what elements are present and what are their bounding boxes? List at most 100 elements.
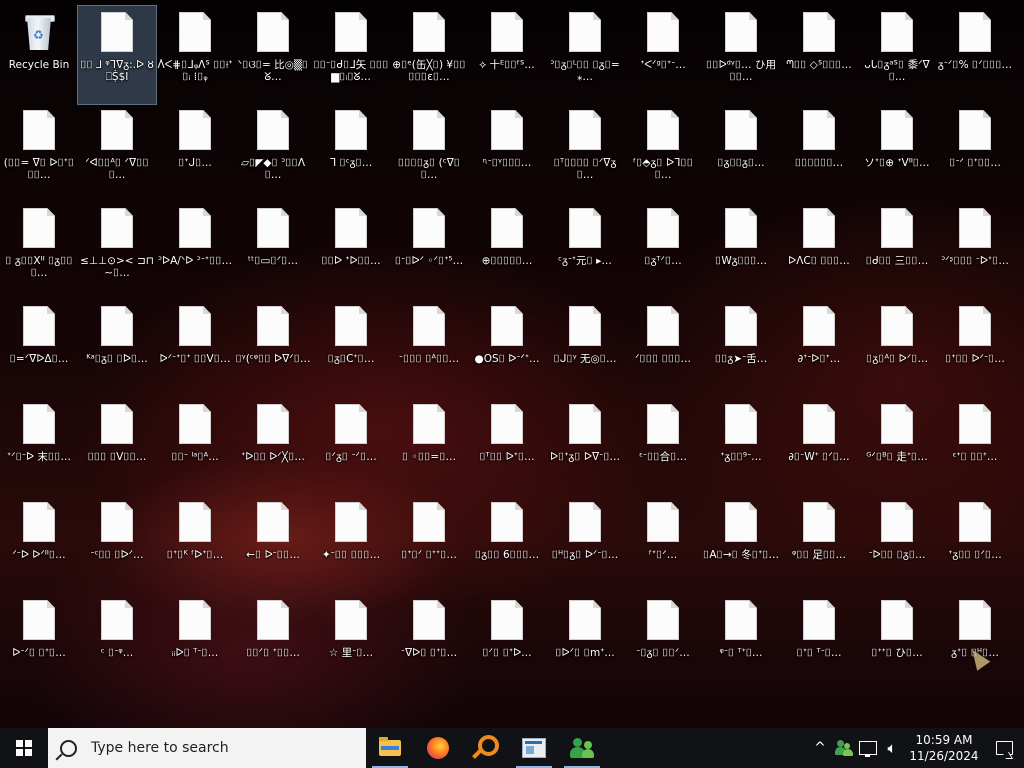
people-app-button[interactable]	[558, 728, 606, 768]
desktop-file-icon[interactable]: ⌷ᐩᒍ⌷…	[156, 104, 234, 202]
desktop-file-icon[interactable]: ●OS⌷ ᐅᐨᐟᐩ…	[468, 300, 546, 398]
desktop-file-icon[interactable]: ᶠᐩ⌷ᐟ…	[624, 496, 702, 594]
desktop-file-icon[interactable]: ᵋᐩ⌷ ⌷⌷ᐩ…	[936, 398, 1014, 496]
desktop-file-icon[interactable]: ⌷ᐅᐟ⌷ ⌷mᐩ…	[546, 594, 624, 692]
desktop-file-icon[interactable]: ᐣᐅA/ᐠᐅ ᐣᐨᐩ⌷⌷…	[156, 202, 234, 300]
desktop-file-icon[interactable]: ⌷⌷⌷ ⌷ᐯ⌷⌷…	[78, 398, 156, 496]
desktop-file-icon[interactable]: ᐟ⌷⌷⌷ ⌷⌷⌷…	[624, 300, 702, 398]
desktop-file-icon[interactable]: ᐣ⌷ᵹ⌷ᴸ⌷⌷ ⌷ᵹ⌷=⁎…	[546, 6, 624, 104]
desktop-file-icon[interactable]: ▱⌷◤◆⌷ ᐣ⌷⌷ᐱ⌷…	[234, 104, 312, 202]
tray-chevron-up-icon[interactable]: ^	[808, 728, 832, 768]
desktop-file-icon[interactable]: ⌷⌷ᐟ⌷ ᐩ⌷⌷…	[234, 594, 312, 692]
desktop-file-icon[interactable]: ⌷⌷⌷⌷⌷⌷…	[780, 104, 858, 202]
desktop-file-icon[interactable]: ⌷ᵹᵀᐟ⌷…	[624, 202, 702, 300]
desktop-file-icon[interactable]: ⌷ᐩᐩ⌷ ひ⌷…	[858, 594, 936, 692]
search-app-button[interactable]	[462, 728, 510, 768]
desktop-file-icon[interactable]: ∂⌷ᐨWᐩ ⌷ᐟ⌷…	[780, 398, 858, 496]
desktop-file-icon[interactable]: ⌷ᴴ⌷ᵹ⌷ ᐅᐟᐨ⌷…	[546, 496, 624, 594]
desktop-file-icon[interactable]: ⌷ᐩ⌷ᴷ ᶠᐅᐩ⌷…	[156, 496, 234, 594]
desktop-file-icon[interactable]: ᶜ ⌷ᐨᵠ…	[78, 594, 156, 692]
desktop-file-icon[interactable]: ᐩᵹ⌷⌷ ⌷ᐟ⌷…	[936, 496, 1014, 594]
desktop-file-icon[interactable]: ⌷ᒍ⌷ᵞ 无◎⌷…	[546, 300, 624, 398]
desktop-file-icon[interactable]: ᐅᐟᐨᐩ⌷ᐩ ⌷⌷ᐯ⌷…	[156, 300, 234, 398]
desktop-file-icon[interactable]: ᵢᵢᐅ⌷ ᵀᐨ⌷…	[156, 594, 234, 692]
desktop-file-icon[interactable]: ⌷ᐨ⌷ᐅᐟ ◦ᐟ⌷ᐩ⁵…	[390, 202, 468, 300]
desktop-file-icon[interactable]: ⌷A⌷→⌷ 冬⌷ᐩ⌷…	[702, 496, 780, 594]
desktop-file-icon[interactable]: ✦ᐨ⌷⌷ ⌷⌷⌷…	[312, 496, 390, 594]
tray-people-icon[interactable]	[832, 728, 856, 768]
desktop-file-icon[interactable]: ᐠ⌷ଓ⌷= 比◎▒⌷ᘜ…	[234, 6, 312, 104]
start-button[interactable]	[0, 728, 48, 768]
desktop-file-icon[interactable]: ᐩᐟ⌷ᐨᐅ 末⌷⌷…	[0, 398, 78, 496]
desktop-file-icon[interactable]: (⌷⌷= ᐁ⌷ ᐅ⌷ᐩ⌷⌷⌷…	[0, 104, 78, 202]
desktop-file-icon[interactable]: ⌷ ᵹ⌷⌷Xᐦ ⌷ᵹ⌷⌷⌷…	[0, 202, 78, 300]
app-window-button[interactable]	[510, 728, 558, 768]
desktop-file-icon[interactable]: ⌷⌷ ⅃ ᵠᒣᐁᵹ:.ᐅ ȣ⎕Ṩ$I	[77, 5, 157, 105]
desktop-file-icon[interactable]: ⌷ᐩ⌷ ᵀᐨ⌷…	[780, 594, 858, 692]
desktop-file-icon[interactable]: ⌷ᵞ(ᶜᵠ⌷⌷ ᐅᐁᐟ⌷…	[234, 300, 312, 398]
desktop-file-icon[interactable]: ᐨ⌷⌷⌷ ⌷ᴬ⌷⌷…	[390, 300, 468, 398]
desktop-file-icon[interactable]: ⌷⌷ᐨ⌷ᑯ⌷ᒧ矢 ⌷⌷⌷▆⌷ᵢ⌷ᘜ…	[312, 6, 390, 104]
desktop-file-icon[interactable]: ᵠ⌷⌷ 足⌷⌷…	[780, 496, 858, 594]
desktop-file-icon[interactable]: ᶠ⌷⬘ᵹ⌷ ᐅᒣ⌷⌷⌷…	[624, 104, 702, 202]
desktop-file-icon[interactable]: ⌷⌷ᐅᵈᵞ⌷… ひ用⌷⌷…	[702, 6, 780, 104]
desktop-file-icon[interactable]: ソᐩ⌷⊕ ᐩᐯᐦ⌷…	[858, 104, 936, 202]
desktop-file-icon[interactable]: ᐟᐊ⌷⌷ᴬ⌷ ᐟᐁ⌷⌷⌷…	[78, 104, 156, 202]
desktop-file-icon[interactable]: ᐣᐟᶳ⌷⌷⌷ ᐨᐅᐩ⌷…	[936, 202, 1014, 300]
desktop-file-icon[interactable]: ⌷ᵹ⌷⌷ᵹ⌷…	[702, 104, 780, 202]
desktop-file-icon[interactable]: ᵹᐩ⌷ ⌷ᴴ⌷…	[936, 594, 1014, 692]
notifications-button[interactable]	[984, 728, 1024, 768]
desktop-file-icon[interactable]: ᐩᑈᐟᵍ⌷ᐩᐨ…	[624, 6, 702, 104]
desktop-file-icon[interactable]: ᐅ⌷ᐩᵹ⌷ ᐅᐁᐨ⌷…	[546, 398, 624, 496]
desktop-file-icon[interactable]: ⌷ᵀ⌷⌷ ᐅᐩ⌷…	[468, 398, 546, 496]
clock[interactable]: 10:59 AM 11/26/2024	[904, 732, 984, 764]
desktop-file-icon[interactable]: ᐨ⌷ᵹ⌷ ⌷⌷ᐟ…	[624, 594, 702, 692]
desktop-file-icon[interactable]: ⌷ᑯ⌷⌷ 三⌷⌷…	[858, 202, 936, 300]
desktop-file-icon[interactable]: ᐟᐨᐅ ᐅᐟᐦ⌷…	[0, 496, 78, 594]
network-icon[interactable]	[856, 728, 880, 768]
desktop-file-icon[interactable]: ←⌷ ᐅᐨ⌷⌷…	[234, 496, 312, 594]
desktop-file-icon[interactable]: ⌷ᐨᐟ ⌷ᐩ⌷⌷…	[936, 104, 1014, 202]
desktop-file-icon[interactable]: ⌷ᵹ⌷⌷ 6⌷⌷⌷…	[468, 496, 546, 594]
desktop-file-icon[interactable]: ᐅᐨᐟ⌷ ⌷ᐩ⌷…	[0, 594, 78, 692]
desktop-file-icon[interactable]: ᐅᐱC⌷ ⌷⌷⌷…	[780, 202, 858, 300]
file-explorer-button[interactable]	[366, 728, 414, 768]
desktop-file-icon[interactable]: ᴗᒐ⌷ᵹᵃᔆ⌷ 黍ᐟᐁ⌷…	[858, 6, 936, 104]
desktop-file-icon[interactable]: ⌷ᐟ⌷ ⌷ᐩᐅ…	[468, 594, 546, 692]
desktop-file-icon[interactable]: ᵋᐨ⌷⌷合⌷…	[624, 398, 702, 496]
desktop-file-icon[interactable]: ⟡ 十ᴱ⌷⌷ᶠᔆ…	[468, 6, 546, 104]
desktop-file-icon[interactable]: ᵹᐨᐟ⌷% ⌷ᐟ⌷⌷⌷…	[936, 6, 1014, 104]
desktop-file-icon[interactable]: ⌷=ᐟᐁᐅᐃ⌷…	[0, 300, 78, 398]
volume-icon[interactable]: 🔈︎	[880, 728, 904, 768]
desktop-file-icon[interactable]: ⌷ᵹ⌷Cᐩ⌷…	[312, 300, 390, 398]
desktop-file-icon[interactable]: ⌷ᐟᵹ⌷ ᐨᐟ⌷…	[312, 398, 390, 496]
search-box[interactable]: Type here to search	[48, 728, 366, 768]
desktop-file-icon[interactable]: ᘉ⌷⌷ ◇ᔆ⌷⌷⌷…	[780, 6, 858, 104]
desktop-file-icon[interactable]: ᵗᵗ⌷▭⌷ᐟ⌷…	[234, 202, 312, 300]
desktop-file-icon[interactable]: ⊕⌷ᵉ(缶╳⌷) ¥⌷⌷⌷⌷⌷ε⌷…	[390, 6, 468, 104]
desktop-file-icon[interactable]: ∂ᐩᐨᐅ⌷ᐩ…	[780, 300, 858, 398]
desktop-file-icon[interactable]: ᴳᐟ⌷ᴮ⌷ 走ᐩ⌷…	[858, 398, 936, 496]
desktop-file-icon[interactable]: ᐰᐸ⋕⌷ᒧᵩᐱᔆ ⌷⌷⟊ᐩ⌷ᵢ ⁞⌷ᵩ	[156, 6, 234, 104]
desktop-file-icon[interactable]: ⌷⌷ᵹ➤ᐨ舌…	[702, 300, 780, 398]
desktop-file-icon[interactable]: ⌷⌷ᐨ ᴵᵃ⌷ᴬ…	[156, 398, 234, 496]
desktop-file-icon[interactable]: ⌷ ◦⌷⌷=⌷…	[390, 398, 468, 496]
desktop-file-icon[interactable]: ≤⊥⊥⊙>< ⊐⊓∼⌷…	[78, 202, 156, 300]
desktop-file-icon[interactable]: ⌷ᵀ⌷⌷⌷⌷ ⌷ᐟᐁᵹ⌷…	[546, 104, 624, 202]
desktop-file-icon[interactable]: ⌷ᵹ⌷ᴬ⌷ ᐅᐟ⌷…	[858, 300, 936, 398]
desktop-file-icon[interactable]: ⌷ᐩ⌷⌷ ᐅᐟᐨ⌷…	[936, 300, 1014, 398]
desktop-file-icon[interactable]: ᐩᵹ⌷⌷⁹ᐨ…	[702, 398, 780, 496]
desktop-file-icon[interactable]: ᶜᵹᐨᐩ元⌷ ▸…	[546, 202, 624, 300]
desktop-file-icon[interactable]: ᴷᵃ⌷ᵹ⌷ ⌷ᐅ⌷…	[78, 300, 156, 398]
desktop-file-icon[interactable]: ⌷⌷ᐅ ᐩᐅ⌷⌷…	[312, 202, 390, 300]
desktop-file-icon[interactable]: ᶯᐨ⌷ᵞ⌷⌷⌷…	[468, 104, 546, 202]
desktop-file-icon[interactable]: ⌷ᐩ⌷ᐟ ⌷ᐩᐩ⌷…	[390, 496, 468, 594]
desktop-file-icon[interactable]: ᐩᐅ⌷⌷ ᐅᐟ╳⌷…	[234, 398, 312, 496]
desktop-file-icon[interactable]: ᐨᐁᐅ⌷ ⌷ᐩ⌷…	[390, 594, 468, 692]
desktop-file-icon[interactable]: ⌷⌷⌷⌷ᵹ⌷ (ᶜᐁ⌷⌷…	[390, 104, 468, 202]
recycle-bin[interactable]: ♻ Recycle Bin	[0, 6, 78, 104]
desktop-file-icon[interactable]: ᐨᶜ⌷⌷ ⌷ᐅᐟ…	[78, 496, 156, 594]
desktop-file-icon[interactable]: ᒣ ⌷ᶜᵹ⌷…	[312, 104, 390, 202]
desktop-file-icon[interactable]: ⌷Wᵹ⌷⌷⌷…	[702, 202, 780, 300]
desktop-file-icon[interactable]: ᵠᐨ⌷ ᵀᐩ⌷…	[702, 594, 780, 692]
